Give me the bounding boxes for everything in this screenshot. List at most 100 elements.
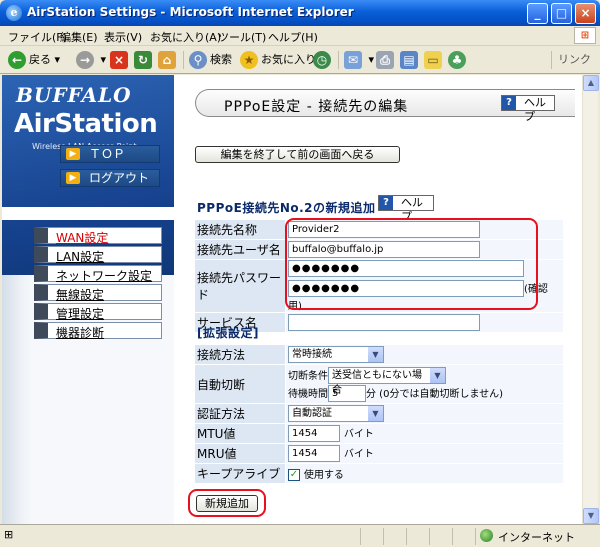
password-label: 接続先パスワード (195, 260, 285, 312)
sidebar-item-lan[interactable]: LAN設定 (34, 246, 162, 264)
history-icon: ◷ (313, 51, 331, 69)
mtu-unit: バイト (343, 429, 374, 440)
condition-label: 切断条件 (288, 370, 328, 382)
sidebar-item-label: 管理設定 (56, 307, 105, 321)
buffalo-logo: BUFFALO (16, 83, 132, 107)
history-button[interactable]: ◷ (313, 51, 334, 69)
window-titlebar[interactable]: e AirStation Settings - Microsoft Intern… (0, 0, 600, 26)
stop-icon: × (110, 51, 128, 69)
maximize-button[interactable]: □ (551, 3, 572, 24)
toolbar: ← 戻る ▾ → ▾ × ↻ ⌂ ⚲ 検索 ★ お気に入り ◷ ✉ ▾ ⎙ ▤ ▭ ♣… (0, 46, 600, 74)
note-icon: ▭ (424, 51, 442, 69)
scroll-up-arrow-icon[interactable]: ▲ (583, 75, 599, 91)
menu-bar: ファイル(F) 編集(E) 表示(V) お気に入り(A) ツール(T) ヘルプ(… (0, 26, 600, 46)
mru-input[interactable]: 1454 (288, 445, 340, 462)
auth-cell: 自動認証 ▼ (286, 404, 563, 423)
section-help-button[interactable]: ? ヘルプ (378, 195, 434, 223)
add-new-button[interactable]: 新規追加 (196, 495, 258, 512)
wait-suffix: 分 (0分では自動切断しません) (366, 388, 504, 400)
sidebar-item-network[interactable]: ネットワーク設定 (34, 265, 162, 283)
auth-method-select[interactable]: 自動認証 ▼ (288, 405, 384, 422)
vertical-scrollbar[interactable]: ▲ ▼ (582, 75, 599, 524)
mru-cell: 1454 バイト (286, 444, 563, 463)
sidebar-item-label: 機器診断 (56, 326, 105, 340)
home-icon: ⌂ (158, 51, 176, 69)
windows-logo-icon: ⊞ (574, 27, 596, 44)
menu-view[interactable]: 表示(V) (104, 29, 142, 45)
back-arrow-icon: ← (8, 51, 26, 69)
airstation-logo: AirStation (14, 109, 158, 139)
back-label: 戻る (29, 53, 51, 66)
arrow-right-icon: ▶ (66, 172, 80, 184)
sidebar-item-admin[interactable]: 管理設定 (34, 303, 162, 321)
minimize-button[interactable]: _ (527, 3, 548, 24)
messenger-icon: ♣ (448, 51, 466, 69)
links-label[interactable]: リンク (558, 51, 591, 69)
search-icon: ⚲ (189, 51, 207, 69)
stop-button[interactable]: × (110, 51, 131, 69)
close-button[interactable]: × (575, 3, 596, 24)
chevron-down-icon: ▼ (368, 347, 383, 362)
sidebar-item-diagnostics[interactable]: 機器診断 (34, 322, 162, 340)
menu-tools[interactable]: ツール(T) (218, 29, 266, 45)
pppoe-advanced-form: 接続方法 常時接続 ▼ 自動切断 切断条件送受信ともにない場合▼ 待機時間5分 (… (194, 344, 564, 484)
forward-button[interactable]: → ▾ (76, 51, 106, 69)
chevron-down-icon: ▼ (430, 367, 445, 383)
user-label: 接続先ユーザ名 (195, 240, 285, 259)
sidebar-item-label: ネットワーク設定 (56, 269, 153, 283)
menu-edit[interactable]: 編集(E) (60, 29, 98, 45)
credentials-highlight (285, 218, 538, 310)
service-cell (286, 313, 563, 332)
keepalive-checkbox-label: 使用する (303, 470, 344, 481)
mtu-input[interactable]: 1454 (288, 425, 340, 442)
internet-explorer-icon: e (6, 5, 22, 21)
home-button[interactable]: ⌂ (158, 51, 179, 69)
help-label: ヘルプ (524, 96, 546, 123)
back-to-previous-button[interactable]: 編集を終了して前の画面へ戻る (195, 146, 400, 163)
connection-method-value: 常時接続 (292, 349, 332, 360)
status-bar: ⊞ インターネット (0, 524, 600, 547)
favorites-button[interactable]: ★ お気に入り (240, 51, 316, 69)
help-question-icon: ? (502, 96, 516, 110)
arrow-right-icon: ▶ (66, 148, 80, 160)
edit-button[interactable]: ▤ (400, 51, 421, 69)
zone-panel: インターネット (475, 528, 585, 545)
menu-help[interactable]: ヘルプ(H) (268, 29, 318, 45)
page-content: BUFFALO AirStation Wireless LAN Access P… (2, 75, 582, 524)
top-button[interactable]: ▶ ＴＯＰ (60, 145, 160, 163)
discuss-button[interactable]: ▭ (424, 51, 445, 69)
connection-method-select[interactable]: 常時接続 ▼ (288, 346, 384, 363)
scroll-down-arrow-icon[interactable]: ▼ (583, 508, 599, 524)
page-title: PPPoE設定 - 接続先の編集 (224, 99, 409, 115)
sidebar: BUFFALO AirStation Wireless LAN Access P… (2, 75, 174, 524)
advanced-settings-title: [拡張設定] (197, 326, 259, 340)
menu-file[interactable]: ファイル(F) (8, 29, 67, 45)
sidebar-item-wireless[interactable]: 無線設定 (34, 284, 162, 302)
back-button[interactable]: ← 戻る ▾ (8, 51, 60, 69)
refresh-button[interactable]: ↻ (134, 51, 155, 69)
zone-label: インターネット (498, 531, 575, 544)
print-button[interactable]: ⎙ (376, 51, 397, 69)
messenger-button[interactable]: ♣ (448, 51, 469, 69)
menu-favorites[interactable]: お気に入り(A) (150, 29, 221, 45)
auth-method-value: 自動認証 (292, 408, 332, 419)
name-label: 接続先名称 (195, 220, 285, 239)
globe-icon (480, 529, 493, 542)
keepalive-checkbox[interactable]: ✓ (288, 468, 300, 481)
page-header: PPPoE設定 - 接続先の編集 ? ヘルプ (195, 89, 575, 123)
search-button[interactable]: ⚲ 検索 (189, 51, 232, 69)
method-label: 接続方法 (195, 345, 285, 364)
logout-button-label: ログアウト (89, 171, 150, 185)
logout-button[interactable]: ▶ ログアウト (60, 169, 160, 187)
disconnect-condition-select[interactable]: 送受信ともにない場合 ▼ (328, 366, 446, 396)
search-label: 検索 (210, 53, 232, 66)
service-name-input[interactable] (288, 314, 480, 331)
window-title: AirStation Settings - Microsoft Internet… (27, 5, 354, 19)
sidebar-item-label: 無線設定 (56, 288, 105, 302)
header-help-button[interactable]: ? ヘルプ (501, 95, 555, 123)
chevron-down-icon: ▼ (368, 406, 383, 421)
mtu-label: MTU値 (195, 424, 285, 443)
mru-label: MRU値 (195, 444, 285, 463)
mail-button[interactable]: ✉ ▾ (344, 51, 374, 69)
sidebar-item-wan[interactable]: WAN設定 (34, 227, 162, 245)
